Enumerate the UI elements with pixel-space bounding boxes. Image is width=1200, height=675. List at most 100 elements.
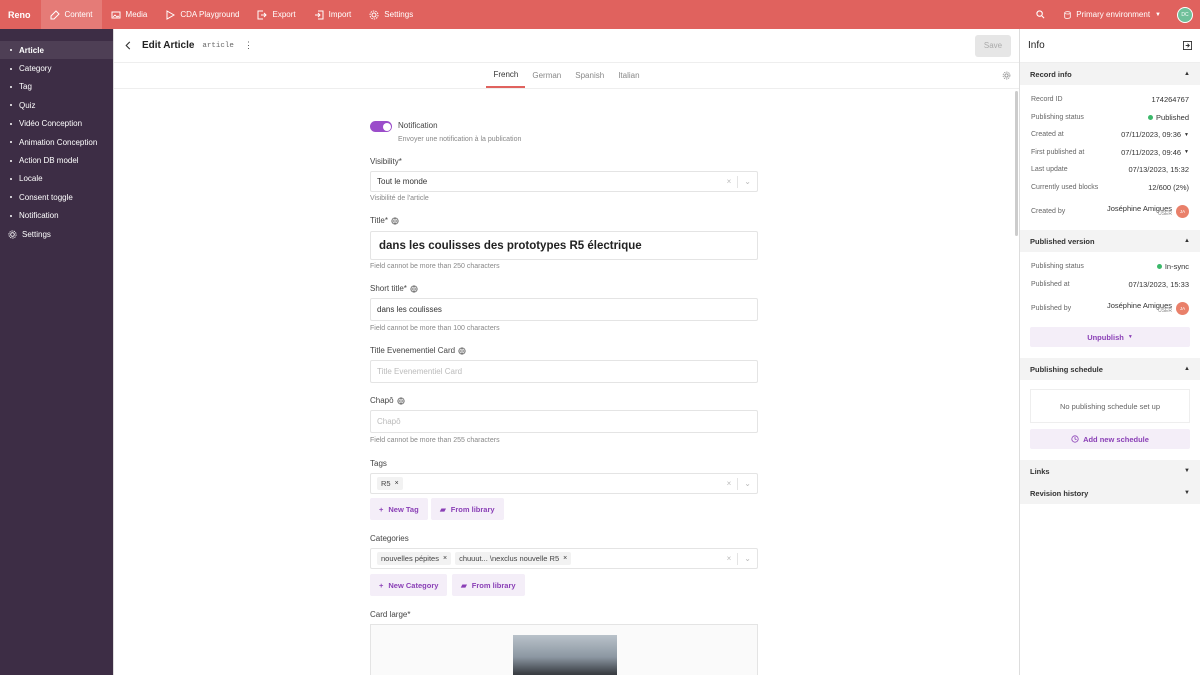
bullet-icon	[10, 214, 12, 217]
revision-history-heading: Revision history	[1030, 488, 1089, 498]
chevron-down-icon[interactable]: ⌄	[744, 479, 751, 488]
short-title-hint: Field cannot be more than 100 characters	[370, 325, 500, 332]
sidebar-item-category[interactable]: Category	[0, 59, 113, 77]
globe-icon	[410, 284, 418, 293]
chapo-input[interactable]: Chapô	[370, 410, 758, 433]
tab-french[interactable]: French	[486, 63, 526, 88]
new-tag-button[interactable]: + New Tag	[370, 498, 428, 520]
revision-history-section[interactable]: Revision history ▼	[1020, 482, 1200, 504]
nav-import-label: Import	[328, 10, 352, 19]
nav-media[interactable]: Media	[102, 0, 157, 29]
used-blocks-value: 12/600 (2%)	[1148, 182, 1189, 192]
remove-icon[interactable]: ×	[563, 555, 567, 562]
collapse-panel-icon[interactable]	[1183, 41, 1192, 50]
nav-settings[interactable]: Settings	[360, 0, 422, 29]
card-image-thumbnail[interactable]	[513, 635, 617, 675]
nav-content[interactable]: Content	[40, 0, 102, 29]
chevron-down-icon[interactable]: ⌄	[744, 554, 751, 563]
unpublish-label: Unpublish	[1087, 332, 1124, 342]
clear-icon[interactable]: ×	[727, 177, 732, 186]
gear-icon[interactable]	[1002, 71, 1011, 80]
tab-italian[interactable]: Italian	[611, 63, 646, 88]
sidebar-item-consent-toggle[interactable]: Consent toggle	[0, 188, 113, 206]
user-avatar[interactable]: DC	[1177, 6, 1193, 23]
top-navigation-bar: Reno Content Media CDA Playground Export…	[0, 0, 1200, 29]
sidebar-item-settings[interactable]: Settings	[0, 225, 113, 243]
sidebar-item-quiz[interactable]: Quiz	[0, 96, 113, 114]
chevron-down-icon[interactable]: ⌄	[744, 177, 751, 186]
sidebar-item-label: Locale	[19, 174, 43, 184]
created-by-user: Joséphine Amigues USER JA	[1107, 204, 1189, 218]
remove-icon[interactable]: ×	[395, 480, 399, 487]
sidebar-item-video-conception[interactable]: Vidéo Conception	[0, 115, 113, 133]
nav-cda-playground[interactable]: CDA Playground	[156, 0, 248, 29]
arrow-left-icon	[125, 41, 131, 50]
search-button[interactable]	[1026, 10, 1054, 19]
visibility-select[interactable]: Tout le monde × ⌄	[370, 171, 758, 192]
visibility-value: Tout le monde	[377, 177, 428, 186]
sidebar-item-action-db-model[interactable]: Action DB model	[0, 151, 113, 169]
tab-spanish[interactable]: Spanish	[568, 63, 611, 88]
notification-hint: Envoyer une notification à la publicatio…	[398, 136, 522, 143]
first-published-value: 07/11/2023, 09:46	[1121, 147, 1182, 157]
edit-icon	[50, 9, 60, 19]
sidebar-item-tag[interactable]: Tag	[0, 78, 113, 96]
back-button[interactable]	[114, 41, 142, 50]
save-button[interactable]: Save	[975, 34, 1011, 57]
created-at-value: 07/11/2023, 09:36	[1121, 130, 1182, 140]
sidebar-item-locale[interactable]: Locale	[0, 170, 113, 188]
title-event-input[interactable]: Title Evenementiel Card	[370, 360, 758, 383]
add-schedule-label: Add new schedule	[1083, 434, 1149, 444]
scrollbar[interactable]	[1015, 91, 1018, 236]
environment-switcher[interactable]: Primary environment ▼	[1054, 10, 1171, 19]
search-icon	[1036, 10, 1045, 19]
tags-select[interactable]: R5 × × ⌄	[370, 473, 758, 494]
last-update-value: 07/13/2023, 15:32	[1128, 165, 1189, 175]
publishing-schedule-section[interactable]: Publishing schedule ▲	[1020, 358, 1200, 380]
more-options-icon[interactable]: ⋮	[244, 40, 253, 51]
clear-icon[interactable]: ×	[727, 554, 732, 563]
clear-icon[interactable]: ×	[727, 479, 732, 488]
tag-chip: R5 ×	[377, 477, 403, 490]
page-title: Edit Article	[142, 40, 195, 51]
remove-icon[interactable]: ×	[443, 555, 447, 562]
published-by-user: Joséphine Amigues USER JA	[1107, 301, 1189, 315]
created-at-select[interactable]: 07/11/2023, 09:36 ▼	[1121, 130, 1189, 139]
avatar: JA	[1176, 301, 1189, 315]
published-version-section[interactable]: Published version ▲	[1020, 230, 1200, 252]
nav-export[interactable]: Export	[248, 0, 304, 29]
project-name[interactable]: Reno	[0, 0, 41, 29]
tags-library-label: From library	[450, 504, 495, 514]
nav-import[interactable]: Import	[305, 0, 361, 29]
sidebar-item-notification[interactable]: Notification	[0, 207, 113, 225]
nav-media-label: Media	[125, 10, 148, 19]
bullet-icon	[10, 141, 12, 144]
sidebar-item-label: Consent toggle	[19, 192, 73, 202]
first-published-select[interactable]: 07/11/2023, 09:46 ▼	[1121, 148, 1189, 157]
image-icon	[111, 11, 121, 18]
links-section[interactable]: Links ▼	[1020, 460, 1200, 482]
sidebar-item-animation-conception[interactable]: Animation Conception	[0, 133, 113, 151]
sidebar-item-article[interactable]: Article	[0, 41, 113, 60]
schedule-empty-state: No publishing schedule set up	[1030, 389, 1190, 423]
notification-toggle[interactable]	[370, 121, 392, 132]
title-input[interactable]: dans les coulisses des prototypes R5 éle…	[370, 231, 758, 260]
bullet-icon	[10, 196, 12, 199]
short-title-input[interactable]: dans les coulisses	[370, 298, 758, 321]
import-icon	[314, 10, 324, 19]
card-large-upload[interactable]	[370, 624, 758, 675]
record-info-heading: Record info	[1030, 69, 1072, 79]
new-category-button[interactable]: + New Category	[370, 574, 448, 596]
globe-icon	[391, 216, 399, 225]
tags-from-library-button[interactable]: ▰ From library	[431, 498, 504, 520]
info-panel: Info Record info ▲ Record ID 174264767 Pub…	[1019, 29, 1200, 675]
bullet-icon	[10, 67, 12, 70]
add-schedule-button[interactable]: Add new schedule	[1030, 429, 1190, 449]
globe-icon	[458, 346, 466, 355]
categories-from-library-button[interactable]: ▰ From library	[452, 574, 525, 596]
record-info-section[interactable]: Record info ▲	[1020, 63, 1200, 85]
unpublish-button[interactable]: Unpublish ▼	[1030, 327, 1190, 347]
globe-icon	[397, 396, 405, 405]
categories-select[interactable]: nouvelles pépites × chuuut... \nexclus no…	[370, 548, 758, 569]
tab-german[interactable]: German	[525, 63, 568, 88]
